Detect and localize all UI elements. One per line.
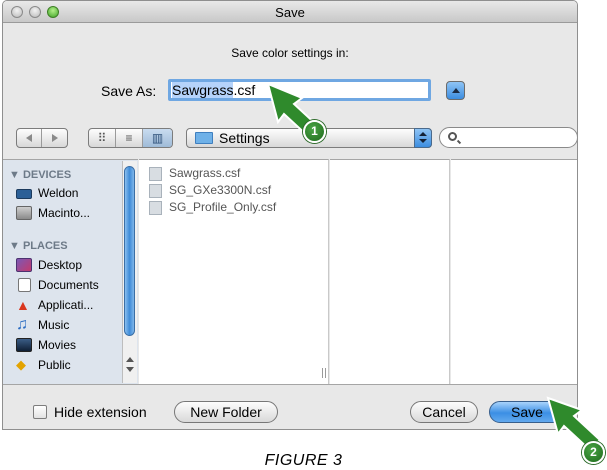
- sidebar-item-label: Public: [38, 358, 71, 372]
- file-name: Sawgrass.csf: [169, 166, 241, 180]
- figure: Save Save color settings in: Save As: Sa…: [0, 0, 607, 470]
- sidebar-item-label: Applicati...: [38, 298, 94, 312]
- callout-badge: 1: [303, 120, 326, 143]
- figure-caption: FIGURE 3: [264, 452, 343, 469]
- file-icon: [149, 184, 162, 198]
- drive-icon: [16, 189, 32, 199]
- movies-icon: [16, 338, 32, 352]
- sidebar-item-label: Desktop: [38, 258, 83, 272]
- back-button[interactable]: [17, 129, 42, 147]
- sidebar-places-header: ▼ PLACES: [9, 240, 68, 252]
- desktop-icon: [16, 258, 32, 272]
- documents-icon: [18, 278, 31, 292]
- public-icon: ◆: [16, 357, 26, 372]
- hard-disk-icon: [16, 206, 32, 220]
- list-view-icon: ≡: [125, 131, 133, 145]
- icon-view-button[interactable]: ⠿: [89, 129, 116, 147]
- music-icon: ♫: [16, 316, 28, 333]
- title-bar: Save: [3, 1, 577, 23]
- save-prompt: Save color settings in:: [231, 46, 349, 60]
- list-view-button[interactable]: ≡: [116, 129, 143, 147]
- sidebar: ▼ DEVICES Weldon Macinto... ▼ PLACES Des…: [3, 159, 138, 384]
- sidebar-scroll-thumb[interactable]: [124, 166, 135, 336]
- file-icon: [149, 201, 162, 215]
- column-view-icon: ▥: [151, 131, 164, 145]
- save-as-label: Save As:: [101, 83, 157, 99]
- new-folder-button[interactable]: New Folder: [174, 401, 278, 423]
- sidebar-item-label: Documents: [38, 278, 99, 292]
- file-name: SG_Profile_Only.csf: [169, 200, 277, 214]
- search-field[interactable]: [439, 127, 577, 148]
- cancel-button[interactable]: Cancel: [410, 401, 478, 423]
- save-dialog: Save Save color settings in: Save As: Sa…: [2, 0, 578, 430]
- sidebar-devices-header: ▼ DEVICES: [9, 169, 72, 181]
- back-arrow-icon: [26, 134, 32, 142]
- window-title: Save: [275, 5, 305, 20]
- forward-arrow-icon: [51, 134, 58, 142]
- dialog-footer: Hide extension New Folder Cancel Save: [3, 384, 577, 429]
- sidebar-item-label: Weldon: [38, 186, 79, 200]
- sidebar-item-label: Music: [38, 318, 70, 332]
- hide-extension-label: Hide extension: [54, 404, 147, 420]
- sidebar-item-label: Macinto...: [38, 206, 91, 220]
- expand-dialog-button[interactable]: [446, 81, 465, 100]
- folder-icon: [195, 132, 213, 144]
- popup-arrows-icon: [414, 128, 432, 148]
- sidebar-scrollbar[interactable]: [122, 161, 137, 383]
- file-name: SG_GXe3300N.csf: [169, 183, 272, 197]
- file-icon: [149, 167, 162, 181]
- applications-icon: ▲: [16, 297, 30, 313]
- hide-extension-checkbox[interactable]: [33, 405, 47, 419]
- icon-view-icon: ⠿: [97, 131, 107, 145]
- view-mode-control: ⠿ ≡ ▥: [88, 128, 173, 148]
- search-icon: [448, 132, 457, 141]
- empty-column: [330, 159, 450, 384]
- sidebar-item-label: Movies: [38, 338, 77, 352]
- scroll-down-arrow-icon[interactable]: [126, 367, 134, 372]
- forward-button[interactable]: [42, 129, 67, 147]
- selected-filename-text: Sawgrass: [172, 82, 234, 98]
- file-column: Sawgrass.csf SG_GXe3300N.csf SG_Profile_…: [139, 159, 329, 384]
- back-forward-control: [16, 128, 68, 148]
- column-view-button[interactable]: ▥: [143, 129, 172, 147]
- column-resize-handle[interactable]: [322, 368, 326, 378]
- filename-extension-text: .csf: [233, 82, 256, 98]
- empty-column: [451, 159, 577, 384]
- scroll-up-arrow-icon[interactable]: [126, 357, 134, 362]
